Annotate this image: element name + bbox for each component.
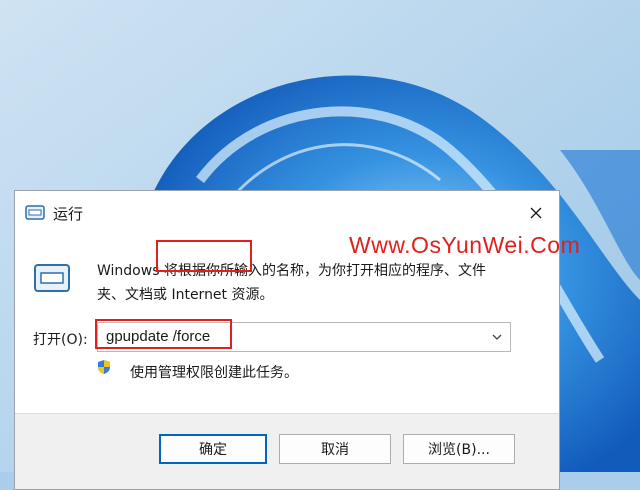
description-line: Windows 将根据你所输入的名称，为你打开相应的程序、文件 bbox=[97, 263, 486, 279]
browse-button[interactable]: 浏览(B)... bbox=[403, 434, 515, 464]
dialog-body: Windows 将根据你所输入的名称，为你打开相应的程序、文件 夹、文档或 In… bbox=[15, 235, 559, 413]
admin-note: 使用管理权限创建此任务。 bbox=[130, 365, 298, 381]
watermark-text: Www.OsYunWei.Com bbox=[349, 232, 581, 258]
description-text: Windows 将根据你所输入的名称，为你打开相应的程序、文件 夹、文档或 In… bbox=[97, 259, 517, 307]
ok-button[interactable]: 确定 bbox=[159, 434, 267, 464]
window-title: 运行 bbox=[53, 205, 84, 223]
description-line: 夹、文档或 Internet 资源。 bbox=[97, 287, 274, 303]
open-input[interactable]: gpupdate /force bbox=[106, 328, 210, 345]
button-bar: 确定 取消 浏览(B)... bbox=[15, 413, 559, 489]
run-app-icon bbox=[34, 264, 70, 292]
open-label: 打开(O): bbox=[33, 332, 88, 348]
close-icon bbox=[530, 207, 542, 219]
chevron-down-icon[interactable] bbox=[492, 333, 502, 341]
open-combobox[interactable]: gpupdate /force bbox=[97, 322, 511, 352]
shield-icon bbox=[98, 360, 110, 374]
run-app-icon bbox=[25, 205, 45, 220]
cancel-button[interactable]: 取消 bbox=[279, 434, 391, 464]
close-button[interactable] bbox=[513, 191, 559, 235]
title-bar[interactable]: 运行 bbox=[15, 191, 559, 235]
